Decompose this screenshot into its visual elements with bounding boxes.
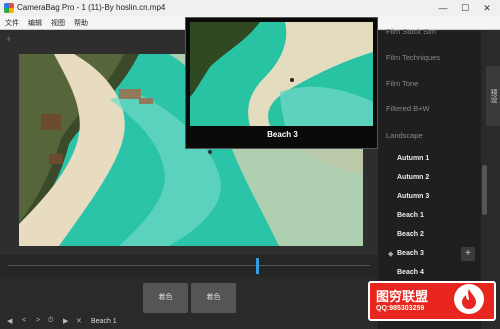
close-button[interactable]: ✕ (478, 1, 496, 15)
preset-autumn-3[interactable]: Autumn 3 (397, 193, 429, 200)
preset-beach-2[interactable]: Beach 2 (397, 231, 424, 238)
category-film-tone[interactable]: Film Tone (386, 79, 418, 88)
adjustment-tile-tint-1[interactable]: 着色 (143, 283, 188, 313)
preset-beach-4[interactable]: Beach 4 (397, 269, 424, 276)
timeline-track[interactable] (8, 265, 370, 266)
menu-help[interactable]: 帮助 (74, 18, 88, 28)
category-landscape[interactable]: Landscape (386, 131, 423, 140)
play-icon[interactable]: ▶ (63, 317, 68, 325)
maximize-button[interactable]: ☐ (456, 1, 474, 15)
scrollbar-thumb[interactable] (482, 165, 487, 215)
preset-beach-3[interactable]: Beach 3 (397, 250, 424, 257)
selected-indicator-icon: ◆ (388, 251, 394, 258)
menu-view[interactable]: 视图 (51, 18, 65, 28)
forward-icon[interactable]: > (36, 317, 40, 324)
current-preset-status: Beach 1 (91, 318, 117, 325)
watermark-title: 图穷联盟 (376, 289, 429, 304)
playhead-marker[interactable] (256, 258, 259, 274)
menu-edit[interactable]: 编辑 (28, 18, 42, 28)
watermark-qq: QQ:985303259 (376, 305, 425, 312)
category-film-stock-sim[interactable]: Film Stock Sim (386, 27, 436, 36)
preset-autumn-1[interactable]: Autumn 1 (397, 155, 429, 162)
prev-icon[interactable]: ◀ (7, 317, 12, 325)
adjustment-panel (0, 277, 378, 329)
add-preset-button[interactable]: + (461, 247, 475, 261)
minimize-button[interactable]: — (434, 1, 452, 15)
remove-icon[interactable]: ✕ (76, 317, 82, 325)
title-bar: CameraBag Pro - 1 (11)-By hoslin.cn.mp4 … (0, 0, 500, 16)
app-logo-icon (4, 3, 14, 13)
adjustment-tile-tint-2[interactable]: 着色 (191, 283, 236, 313)
preview-label: Beach 3 (267, 130, 298, 139)
tab-presets[interactable]: 预设 (486, 66, 500, 126)
preset-autumn-2[interactable]: Autumn 2 (397, 174, 429, 181)
category-filtered-bw[interactable]: Filtered B+W (386, 104, 430, 113)
category-film-techniques[interactable]: Film Techniques (386, 53, 440, 62)
back-icon[interactable]: < (22, 317, 26, 324)
preset-beach-1[interactable]: Beach 1 (397, 212, 424, 219)
menu-file[interactable]: 文件 (5, 18, 19, 28)
preset-preview-popup: Beach 3 (185, 17, 378, 149)
history-icon[interactable]: ⏱ (48, 317, 53, 325)
plus-icon[interactable]: + (6, 34, 11, 44)
flame-icon (462, 289, 476, 309)
preview-image (190, 22, 373, 126)
window-title: CameraBag Pro - 1 (11)-By hoslin.cn.mp4 (17, 3, 166, 12)
timeline[interactable] (0, 255, 378, 277)
